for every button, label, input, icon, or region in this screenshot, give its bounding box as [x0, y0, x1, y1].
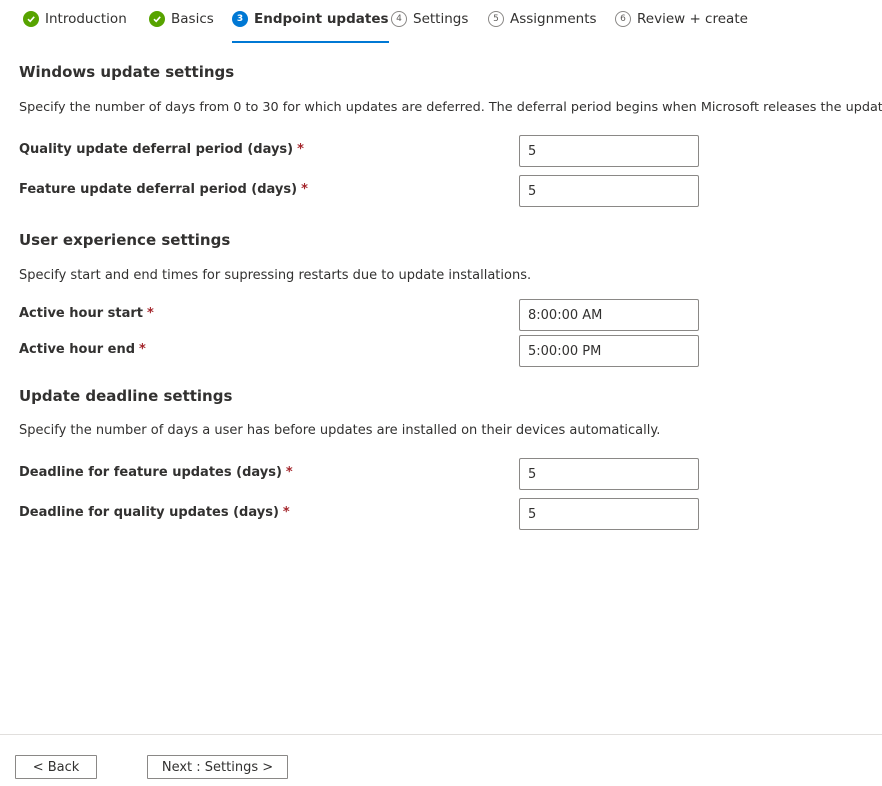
- step-number-icon: 4: [391, 11, 407, 27]
- step-endpoint-updates[interactable]: 3 Endpoint updates: [232, 0, 389, 44]
- feature-deferral-input[interactable]: [519, 175, 699, 207]
- checkmark-icon: [149, 11, 165, 27]
- feature-deadline-input[interactable]: [519, 458, 699, 490]
- step-label: Basics: [171, 11, 214, 27]
- active-hour-start-input[interactable]: [519, 299, 699, 331]
- active-hour-start-label: Active hour start *: [19, 306, 154, 321]
- required-marker: *: [285, 465, 293, 480]
- step-basics[interactable]: Basics: [149, 0, 214, 44]
- active-step-indicator: [232, 41, 389, 43]
- back-button[interactable]: < Back: [15, 755, 97, 779]
- required-marker: *: [297, 142, 304, 157]
- step-number-icon: 5: [488, 11, 504, 27]
- required-marker: *: [282, 505, 290, 520]
- footer-divider: [0, 734, 882, 735]
- windows-update-heading: Windows update settings: [19, 63, 235, 81]
- feature-deadline-label: Deadline for feature updates (days) *: [19, 465, 293, 480]
- wizard-steps: Introduction Basics 3 Endpoint updates 4…: [0, 0, 882, 44]
- next-settings-button[interactable]: Next : Settings >: [147, 755, 288, 779]
- step-number-icon: 6: [615, 11, 631, 27]
- quality-deadline-input[interactable]: [519, 498, 699, 530]
- active-hour-end-label: Active hour end *: [19, 342, 146, 357]
- quality-deferral-input[interactable]: [519, 135, 699, 167]
- update-ring-wizard: Introduction Basics 3 Endpoint updates 4…: [0, 0, 882, 786]
- step-label: Endpoint updates: [254, 11, 389, 27]
- step-label: Review + create: [637, 11, 748, 27]
- quality-deadline-label: Deadline for quality updates (days) *: [19, 505, 290, 520]
- quality-deferral-label: Quality update deferral period (days) *: [19, 142, 304, 157]
- feature-deferral-label: Feature update deferral period (days) *: [19, 182, 308, 197]
- step-review-create[interactable]: 6 Review + create: [615, 0, 748, 44]
- deadline-description: Specify the number of days a user has be…: [19, 423, 661, 438]
- step-settings[interactable]: 4 Settings: [391, 0, 468, 44]
- step-label: Assignments: [510, 11, 597, 27]
- user-experience-description: Specify start and end times for supressi…: [19, 268, 532, 283]
- deadline-heading: Update deadline settings: [19, 387, 233, 405]
- step-label: Introduction: [45, 11, 127, 27]
- windows-update-description: Specify the number of days from 0 to 30 …: [19, 100, 882, 115]
- step-label: Settings: [413, 11, 469, 27]
- active-hour-end-input[interactable]: [519, 335, 699, 367]
- checkmark-icon: [23, 11, 39, 27]
- step-number-icon: 3: [232, 11, 248, 27]
- step-introduction[interactable]: Introduction: [23, 0, 127, 44]
- step-assignments[interactable]: 5 Assignments: [488, 0, 597, 44]
- required-marker: *: [301, 182, 308, 197]
- user-experience-heading: User experience settings: [19, 231, 231, 249]
- required-marker: *: [139, 342, 146, 357]
- required-marker: *: [146, 306, 154, 321]
